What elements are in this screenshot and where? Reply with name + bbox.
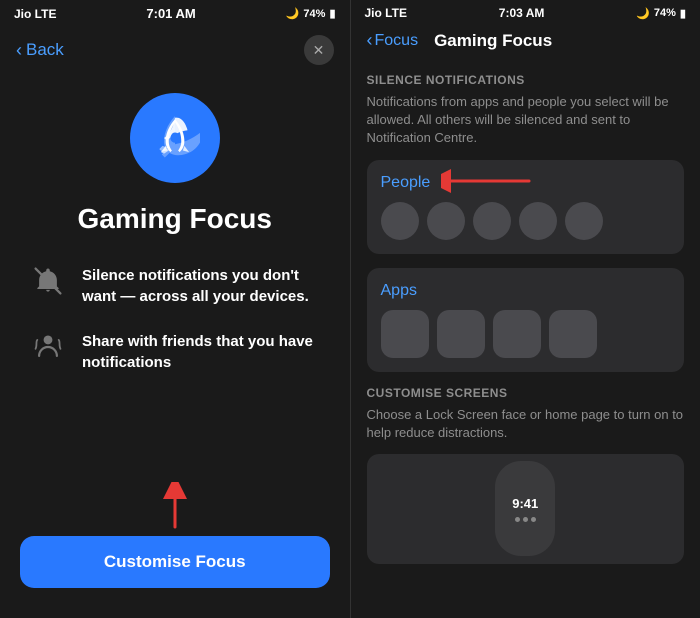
right-time: 7:03 AM bbox=[499, 6, 545, 20]
customise-screens-section: CUSTOMISE SCREENS Choose a Lock Screen f… bbox=[367, 386, 685, 564]
apps-label: Apps bbox=[381, 282, 671, 300]
lock-screen-dots bbox=[515, 517, 536, 522]
rocket-icon-container bbox=[130, 93, 220, 183]
close-button[interactable]: ✕ bbox=[304, 35, 334, 65]
rocket-icon bbox=[150, 113, 200, 163]
lock-dot-2 bbox=[523, 517, 528, 522]
right-battery-icon: ▮ bbox=[680, 7, 686, 20]
lock-screen-inner: 9:41 bbox=[495, 461, 555, 556]
focus-back-button[interactable]: ‹ Focus bbox=[367, 30, 419, 51]
focus-back-label: Focus bbox=[375, 32, 419, 50]
left-panel: Jio LTE 7:01 AM 🌙 74% ▮ ‹ Back ✕ bbox=[0, 0, 350, 618]
people-avatar-row bbox=[381, 202, 671, 240]
people-card[interactable]: People bbox=[367, 160, 685, 254]
left-carrier: Jio LTE bbox=[14, 7, 56, 21]
right-content: SILENCE NOTIFICATIONS Notifications from… bbox=[351, 59, 700, 618]
app-icon-2 bbox=[437, 310, 485, 358]
right-carrier: Jio LTE bbox=[365, 6, 407, 20]
battery-text: 74% bbox=[303, 8, 325, 20]
red-arrow-up-icon bbox=[145, 482, 205, 532]
right-panel: Jio LTE 7:03 AM 🌙 74% ▮ ‹ Focus Gaming F… bbox=[351, 0, 700, 618]
customise-section-heading: CUSTOMISE SCREENS bbox=[367, 386, 685, 400]
lock-screen-preview: 9:41 bbox=[367, 454, 685, 564]
silence-section-desc: Notifications from apps and people you s… bbox=[367, 93, 685, 148]
focus-back-chevron-icon: ‹ bbox=[367, 30, 373, 51]
lock-dot-3 bbox=[531, 517, 536, 522]
lock-screen-time: 9:41 bbox=[512, 496, 538, 511]
right-status-bar: Jio LTE 7:03 AM 🌙 74% ▮ bbox=[351, 0, 700, 26]
silence-section-heading: SILENCE NOTIFICATIONS bbox=[367, 73, 685, 87]
apps-card[interactable]: Apps bbox=[367, 268, 685, 372]
customise-section-desc: Choose a Lock Screen face or home page t… bbox=[367, 406, 685, 442]
moon-icon: 🌙 bbox=[286, 7, 300, 20]
app-icon-1 bbox=[381, 310, 429, 358]
left-time: 7:01 AM bbox=[146, 6, 195, 21]
avatar-4 bbox=[519, 202, 557, 240]
back-chevron-icon: ‹ bbox=[16, 40, 22, 61]
bottom-section: Customise Focus bbox=[0, 462, 350, 618]
right-battery-text: 74% bbox=[654, 7, 676, 19]
left-status-icons: 🌙 74% ▮ bbox=[286, 7, 336, 20]
gaming-focus-title: Gaming Focus bbox=[78, 203, 272, 235]
people-label: People bbox=[381, 174, 431, 192]
back-label: Back bbox=[26, 40, 64, 60]
feature-text-silence: Silence notifications you don't want — a… bbox=[82, 263, 320, 307]
people-card-header: People bbox=[381, 174, 671, 202]
lock-dot-1 bbox=[515, 517, 520, 522]
red-arrow-people-icon bbox=[441, 166, 531, 196]
left-status-bar: Jio LTE 7:01 AM 🌙 74% ▮ bbox=[0, 0, 350, 27]
back-button[interactable]: ‹ Back bbox=[16, 40, 64, 61]
feature-item-share: Share with friends that you have notific… bbox=[30, 329, 320, 373]
apps-icon-row bbox=[381, 310, 671, 358]
avatar-3 bbox=[473, 202, 511, 240]
right-moon-icon: 🌙 bbox=[636, 7, 650, 20]
silence-notifications-section: SILENCE NOTIFICATIONS Notifications from… bbox=[367, 73, 685, 372]
right-status-icons: 🌙 74% ▮ bbox=[636, 7, 686, 20]
bell-slash-icon bbox=[30, 263, 66, 299]
avatar-5 bbox=[565, 202, 603, 240]
person-wave-icon bbox=[30, 329, 66, 365]
customise-focus-button[interactable]: Customise Focus bbox=[20, 536, 330, 588]
close-icon: ✕ bbox=[313, 42, 325, 59]
right-page-title: Gaming Focus bbox=[434, 31, 552, 51]
app-icon-4 bbox=[549, 310, 597, 358]
left-content: Gaming Focus Silence notifications you d… bbox=[0, 73, 350, 462]
right-nav-bar: ‹ Focus Gaming Focus bbox=[351, 26, 700, 59]
app-icon-3 bbox=[493, 310, 541, 358]
left-nav-bar: ‹ Back ✕ bbox=[0, 27, 350, 73]
avatar-2 bbox=[427, 202, 465, 240]
battery-icon: ▮ bbox=[329, 7, 335, 20]
feature-text-share: Share with friends that you have notific… bbox=[82, 329, 320, 373]
feature-item-silence: Silence notifications you don't want — a… bbox=[30, 263, 320, 307]
avatar-1 bbox=[381, 202, 419, 240]
